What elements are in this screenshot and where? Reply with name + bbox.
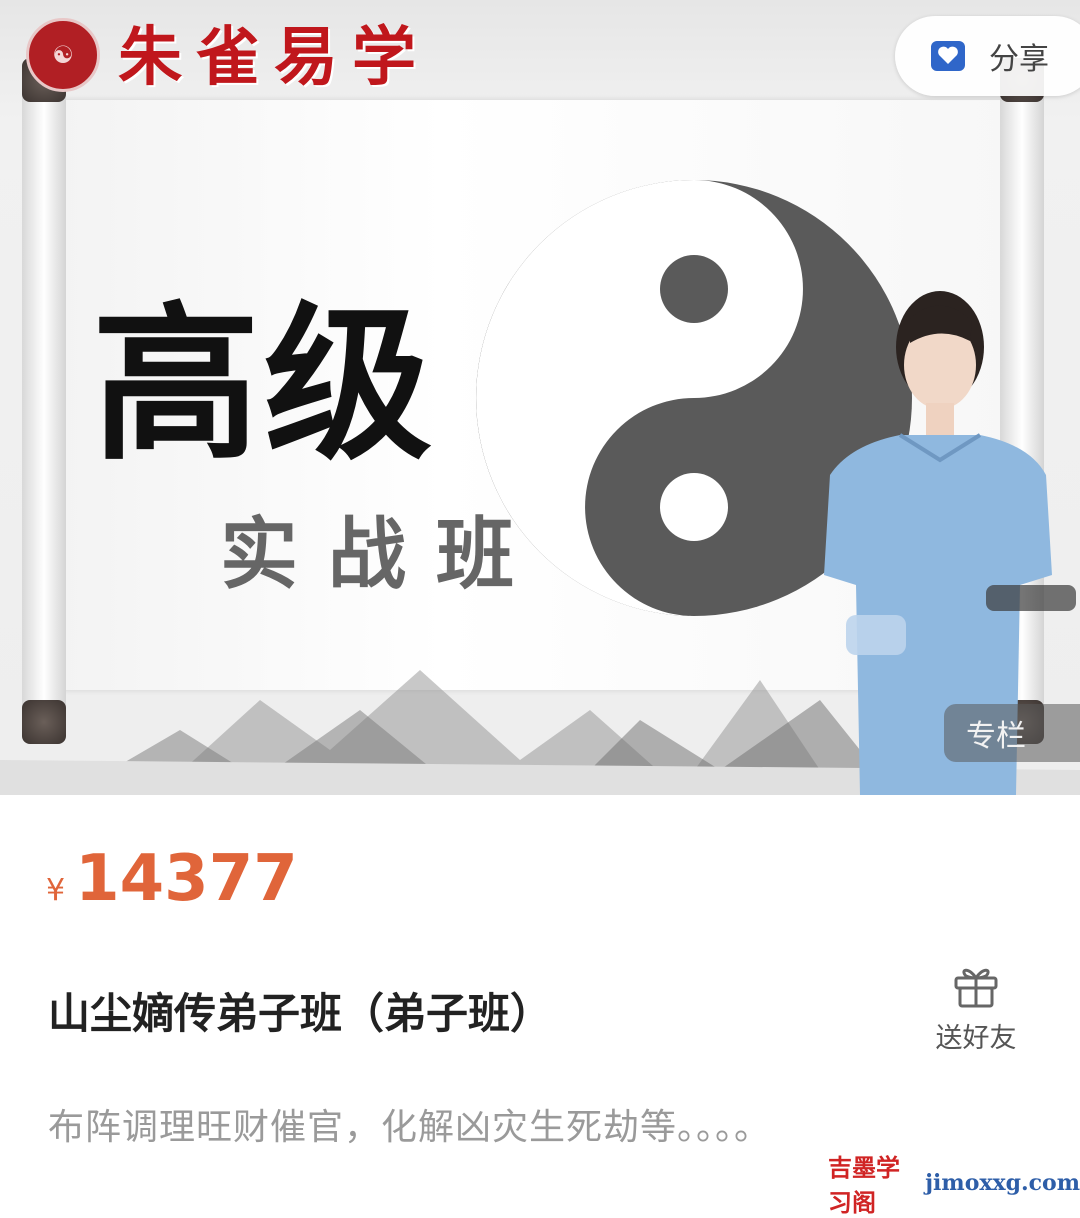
currency-symbol: ¥ <box>46 873 66 908</box>
watermark-url: jimoxxg.com <box>925 1170 1080 1196</box>
watermark: 吉墨学习阁 jimoxxg.com <box>828 1148 1080 1218</box>
send-to-friend-label: 送好友 <box>935 1023 1017 1054</box>
price-amount: 14377 <box>75 842 298 916</box>
share-label: 分享 <box>989 42 1049 77</box>
product-description: 布阵调理旺财催官，化解凶灾生死劫等。。。。 <box>48 1107 772 1148</box>
course-banner[interactable]: ☯ 朱雀易学 分享 高级 实战班 专栏 <box>0 0 1080 795</box>
brand-name: 朱雀易学 <box>118 20 430 95</box>
column-tag: 专栏 <box>944 704 1080 762</box>
gift-icon <box>954 968 998 1008</box>
banner-subheadline: 实战班 <box>220 509 545 600</box>
share-heart-icon <box>931 41 965 71</box>
share-button[interactable]: 分享 <box>895 16 1080 96</box>
column-tag-label: 专栏 <box>966 719 1026 754</box>
brand-seal-logo: ☯ <box>26 18 100 92</box>
price: ¥ 14377 <box>46 842 298 916</box>
product-title: 山尘嫡传弟子班（弟子班） <box>48 989 553 1038</box>
watermark-text: 吉墨学习阁 <box>828 1154 900 1217</box>
send-to-friend-button[interactable]: 送好友 <box>930 962 1022 1055</box>
scroll-rod-left <box>22 70 66 720</box>
banner-headline: 高级 <box>92 285 436 483</box>
